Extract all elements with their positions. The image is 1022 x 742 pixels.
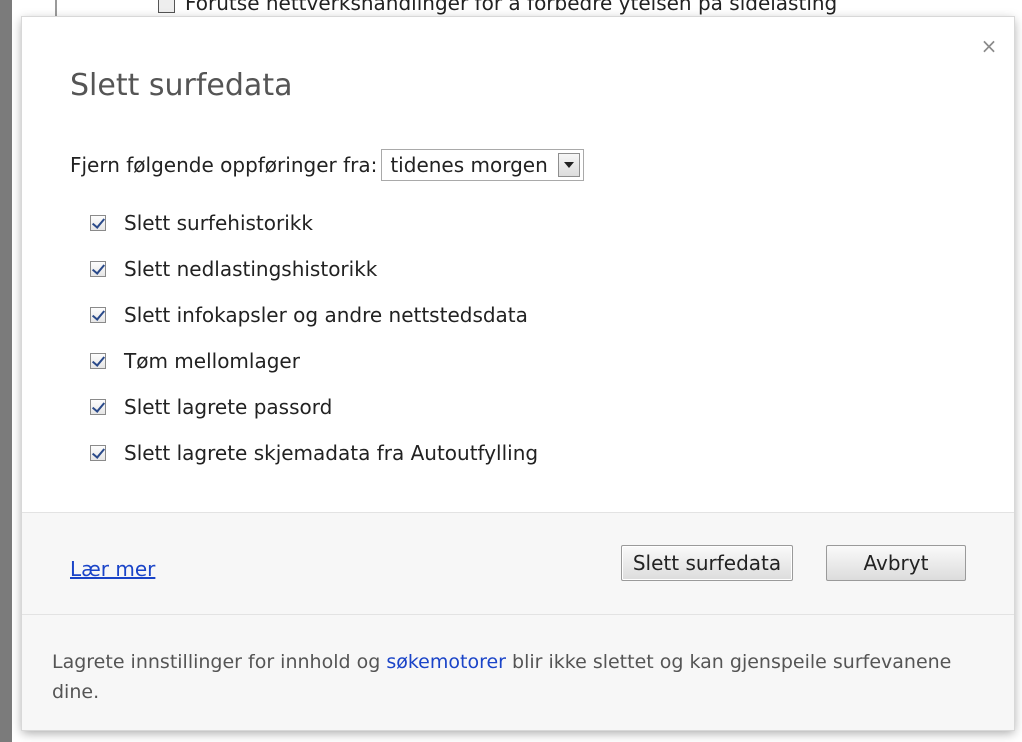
clear-browsing-data-button[interactable]: Slett surfedata xyxy=(621,545,793,581)
divider xyxy=(22,614,1014,615)
time-range-select[interactable]: tidenes morgen xyxy=(381,149,584,181)
learn-more-link[interactable]: Lær mer xyxy=(70,557,155,581)
search-engines-link[interactable]: søkemotorer xyxy=(386,651,506,673)
settings-note: Lagrete innstillinger for innhold og søk… xyxy=(52,647,952,707)
option-download-history[interactable]: Slett nedlastingshistorikk xyxy=(90,246,538,292)
checkbox-passwords[interactable] xyxy=(90,399,106,415)
clear-options-list: Slett surfehistorikk Slett nedlastingshi… xyxy=(90,200,538,476)
option-autofill[interactable]: Slett lagrete skjemadata fra Autoutfylli… xyxy=(90,430,538,476)
option-label: Slett lagrete skjemadata fra Autoutfylli… xyxy=(124,441,539,465)
option-cookies[interactable]: Slett infokapsler og andre nettstedsdata xyxy=(90,292,538,338)
option-browsing-history[interactable]: Slett surfehistorikk xyxy=(90,200,538,246)
time-range-row: Fjern følgende oppføringer fra: tidenes … xyxy=(70,148,584,182)
option-label: Slett infokapsler og andre nettstedsdata xyxy=(124,303,528,327)
background-setting-row: Forutse nettverkshandlinger for å forbed… xyxy=(158,0,837,15)
background-checkbox xyxy=(158,0,175,13)
chevron-down-icon[interactable] xyxy=(557,153,580,177)
checkbox-download-history[interactable] xyxy=(90,261,106,277)
background-left-frame xyxy=(0,0,12,742)
close-icon[interactable]: × xyxy=(978,35,1000,57)
background-setting-label: Forutse nettverkshandlinger for å forbed… xyxy=(185,0,838,15)
option-label: Slett surfehistorikk xyxy=(124,211,313,235)
checkbox-cache[interactable] xyxy=(90,353,106,369)
option-cache[interactable]: Tøm mellomlager xyxy=(90,338,538,384)
checkbox-autofill[interactable] xyxy=(90,445,106,461)
cancel-button[interactable]: Avbryt xyxy=(826,545,966,581)
dialog-title: Slett surfedata xyxy=(70,68,293,103)
checkbox-cookies[interactable] xyxy=(90,307,106,323)
option-label: Slett lagrete passord xyxy=(124,395,333,419)
background-frame-line xyxy=(55,0,57,18)
option-label: Tøm mellomlager xyxy=(124,349,300,373)
option-passwords[interactable]: Slett lagrete passord xyxy=(90,384,538,430)
checkbox-browsing-history[interactable] xyxy=(90,215,106,231)
option-label: Slett nedlastingshistorikk xyxy=(124,257,378,281)
note-text-start: Lagrete innstillinger for innhold og xyxy=(52,651,387,673)
clear-browsing-data-dialog: × Slett surfedata Fjern følgende oppføri… xyxy=(22,17,1014,730)
time-range-value: tidenes morgen xyxy=(390,153,548,177)
time-range-label: Fjern følgende oppføringer fra: xyxy=(70,153,378,177)
